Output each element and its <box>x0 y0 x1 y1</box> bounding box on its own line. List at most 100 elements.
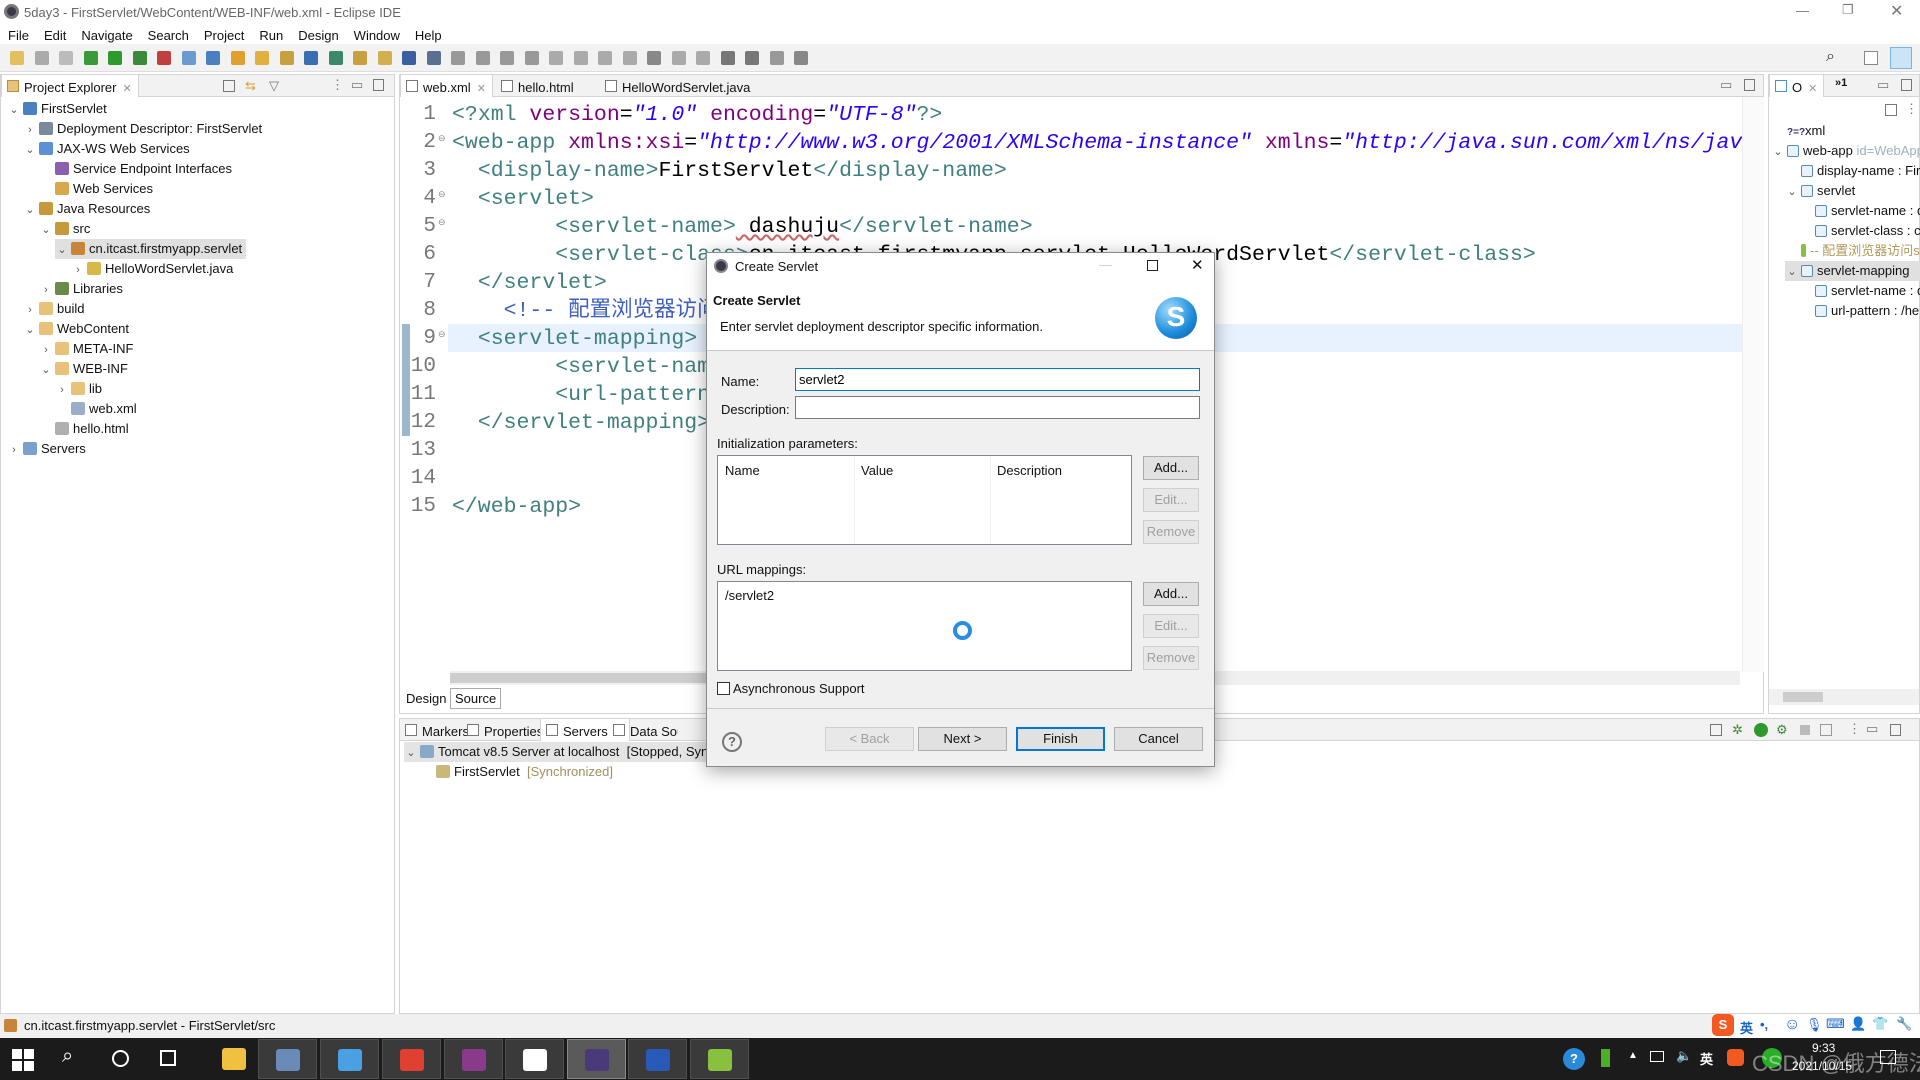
chevron-down-icon[interactable]: ⌄ <box>1785 262 1799 281</box>
close-icon[interactable]: ✕ <box>477 83 486 95</box>
column-header-name[interactable]: Name <box>725 463 760 478</box>
menu-window[interactable]: Window <box>346 25 407 43</box>
url-edit-button[interactable]: Edit... <box>1143 614 1199 638</box>
close-icon[interactable]: ✕ <box>1808 83 1817 95</box>
resume-icon[interactable] <box>451 51 465 65</box>
collapse-all-icon[interactable] <box>1885 104 1897 116</box>
fold-icon[interactable]: ⊖ <box>438 189 446 200</box>
outline-item[interactable]: ⌄ web-app id=WebApp_ID <box>1771 141 1920 161</box>
minimize-editor-icon[interactable]: ▭ <box>1720 77 1732 93</box>
view-menu-icon[interactable]: ⋮ <box>1848 721 1861 737</box>
tree-item[interactable]: › build <box>23 299 88 319</box>
minimize-view-icon[interactable]: ▭ <box>1877 77 1889 93</box>
start-button[interactable] <box>12 1049 34 1071</box>
tree-item[interactable]: › Libraries <box>39 279 127 299</box>
tree-item[interactable]: Service Endpoint Interfaces <box>39 159 236 179</box>
taskbar-app[interactable] <box>320 1039 379 1079</box>
chevron-right-icon[interactable]: › <box>39 280 53 300</box>
network-icon[interactable] <box>1650 1051 1664 1062</box>
column-header-value[interactable]: Value <box>861 463 893 478</box>
new-icon[interactable] <box>10 51 24 65</box>
chevron-right-icon[interactable]: › <box>39 340 53 360</box>
maximize-view-icon[interactable] <box>373 79 384 91</box>
tree-item[interactable]: web.xml <box>55 399 141 419</box>
outline-item[interactable]: servlet-name : dashuju <box>1799 201 1920 221</box>
start-server-icon[interactable] <box>1754 723 1768 737</box>
skin-icon[interactable]: 👕 <box>1872 1016 1888 1032</box>
disconnect-icon[interactable] <box>524 51 539 65</box>
outline-item[interactable]: display-name : FirstServlet <box>1785 161 1920 181</box>
taskbar-app[interactable] <box>382 1039 441 1079</box>
java-ee-perspective-icon[interactable] <box>1890 47 1912 69</box>
skip-icon[interactable] <box>426 51 441 65</box>
tree-item[interactable]: ⌄ cn.itcast.firstmyapp.servlet <box>55 239 247 259</box>
outline-item[interactable]: ⌄ servlet-mapping <box>1785 261 1920 281</box>
view-menu-icon[interactable]: ⋮ <box>1905 101 1918 117</box>
prev-annotation-icon[interactable] <box>696 51 710 65</box>
close-button[interactable]: ✕ <box>1890 1 1903 21</box>
ime-mode[interactable]: 英 <box>1740 1018 1753 1037</box>
tree-item[interactable]: ⌄ WebContent <box>23 319 133 339</box>
chevron-down-icon[interactable]: ⌄ <box>23 200 37 220</box>
menu-file[interactable]: File <box>0 25 36 43</box>
tree-item[interactable]: ⌄ FirstServlet <box>7 99 111 119</box>
minimize-view-icon[interactable]: ▭ <box>351 77 363 93</box>
init-remove-button[interactable]: Remove <box>1143 520 1199 544</box>
outline-item[interactable]: servlet-class : cn.itcast <box>1799 221 1920 241</box>
taskbar-app[interactable] <box>205 1039 264 1079</box>
pin-icon[interactable] <box>794 51 808 65</box>
close-button[interactable]: ✕ <box>1191 256 1204 274</box>
chevron-down-icon[interactable]: ⌄ <box>7 100 21 120</box>
last-edit-icon[interactable] <box>720 51 735 65</box>
usb-icon[interactable] <box>1601 1049 1610 1067</box>
new-web-project-icon[interactable] <box>181 51 196 65</box>
outline-item[interactable]: ⌄ servlet <box>1785 181 1920 201</box>
settings-wrench-icon[interactable]: 🔧 <box>1896 1016 1912 1032</box>
globe-icon[interactable] <box>304 51 318 65</box>
name-input[interactable] <box>795 368 1200 391</box>
menu-search[interactable]: Search <box>140 25 196 43</box>
close-icon[interactable]: ✕ <box>122 83 131 95</box>
chevron-down-icon[interactable]: ⌄ <box>23 320 37 340</box>
url-mappings-list[interactable]: /servlet2 <box>717 581 1132 671</box>
taskbar-app[interactable] <box>690 1039 749 1079</box>
taskbar-app[interactable] <box>258 1039 317 1079</box>
back-icon[interactable] <box>745 51 759 65</box>
editor-tab[interactable]: web.xml ✕ <box>400 75 493 97</box>
tab-project-explorer[interactable]: Project Explorer ✕ <box>1 75 139 97</box>
tree-item[interactable]: › lib <box>55 379 106 399</box>
menu-edit[interactable]: Edit <box>36 25 73 43</box>
keyboard-icon[interactable]: ⌨ <box>1826 1016 1845 1032</box>
maximize-view-icon[interactable] <box>1890 724 1901 736</box>
help-icon[interactable]: ? <box>722 732 742 752</box>
cancel-button[interactable]: Cancel <box>1114 727 1203 751</box>
task-view-icon[interactable] <box>160 1050 176 1066</box>
maximize-view-icon[interactable] <box>1901 79 1912 91</box>
sogou-logo-icon[interactable]: S <box>1712 1014 1734 1036</box>
step-into-icon[interactable] <box>549 51 563 65</box>
maximize-editor-icon[interactable] <box>1744 79 1755 91</box>
open-perspective-icon[interactable] <box>1864 51 1878 65</box>
chevron-down-icon[interactable]: ⌄ <box>1785 182 1799 201</box>
tree-item[interactable]: › Deployment Descriptor: FirstServlet <box>23 119 266 139</box>
tab-outline[interactable]: O ✕ <box>1769 75 1825 97</box>
fold-icon[interactable]: ⊖ <box>438 133 446 144</box>
chevron-right-icon[interactable]: › <box>71 260 85 280</box>
chevron-right-icon[interactable]: › <box>23 120 37 140</box>
collapse-all-icon[interactable] <box>223 80 235 92</box>
chevron-right-icon[interactable]: › <box>23 300 37 320</box>
minimize-view-icon[interactable]: ▭ <box>1866 721 1878 737</box>
tab-properties[interactable]: Properties <box>462 719 549 741</box>
sogou-tray-icon[interactable] <box>1727 1049 1744 1066</box>
source-tab[interactable]: Source <box>450 688 502 709</box>
debug-icon[interactable] <box>83 51 98 65</box>
chevron-down-icon[interactable]: ⌄ <box>39 360 53 380</box>
column-header-description[interactable]: Description <box>997 463 1062 478</box>
outline-icon[interactable] <box>353 51 367 65</box>
run-icon[interactable] <box>108 51 122 65</box>
finish-button[interactable]: Finish <box>1016 727 1105 751</box>
tree-item[interactable]: ⌄ WEB-INF <box>39 359 132 379</box>
tree-item[interactable]: hello.html <box>39 419 133 439</box>
chevron-down-icon[interactable]: ⌄ <box>1771 142 1785 161</box>
chevron-down-icon[interactable]: ⌄ <box>39 220 53 240</box>
